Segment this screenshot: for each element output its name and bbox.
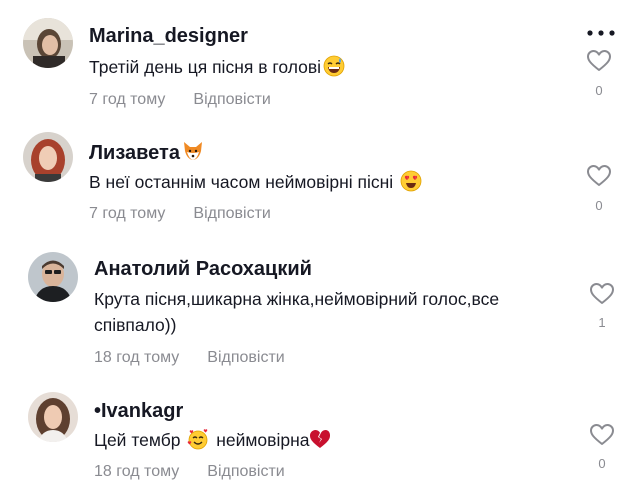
- reply-button[interactable]: Відповісти: [207, 463, 284, 480]
- heart-eyes-emoji-icon: [400, 170, 422, 192]
- fox-emoji-icon: [182, 140, 204, 162]
- comment-meta: 7 год тому Відповісти: [89, 204, 271, 224]
- comment-text-body: Цей тембр: [94, 430, 181, 450]
- comment-text: Цей тембр неймовірна: [94, 427, 333, 453]
- comment-text-body: В неї останнім часом неймовірні пісні: [89, 172, 394, 192]
- avatar[interactable]: [28, 392, 78, 442]
- like-button[interactable]: [589, 423, 615, 447]
- avatar[interactable]: [28, 252, 78, 302]
- comment-item: Анатолий Расохацкий Крута пісня,шикарна …: [0, 240, 631, 380]
- comment-text: Крута пісня,шикарна жінка,неймовірний го…: [94, 286, 499, 338]
- comment-text: Третій день ця пісня в голові: [89, 54, 347, 80]
- comment-author[interactable]: Анатолий Расохацкий: [94, 257, 312, 281]
- comment-time: 18 год тому: [94, 463, 180, 480]
- heart-outline-icon: [590, 424, 614, 445]
- like-count: 0: [595, 83, 603, 98]
- comment-text-line: співпало)): [94, 315, 177, 335]
- like-count: 0: [595, 198, 603, 213]
- comment-time: 7 год тому: [89, 205, 166, 222]
- comment-time: 7 год тому: [89, 91, 166, 108]
- comment-text-body: Третій день ця пісня в голові: [89, 57, 322, 77]
- comment-item: •Ivankagr Цей тембр неймовірна 18 год то…: [0, 380, 631, 488]
- comment-meta: 7 год тому Відповісти: [89, 90, 271, 110]
- heart-outline-icon: [587, 50, 611, 71]
- comment-text-body: неймовірна: [216, 430, 310, 450]
- heart-outline-icon: [587, 165, 611, 186]
- like-count: 0: [598, 456, 606, 471]
- like-count: 1: [598, 315, 606, 330]
- avatar[interactable]: [23, 132, 73, 182]
- comment-meta: 18 год тому Відповісти: [94, 462, 285, 482]
- comment-text-line: Крута пісня,шикарна жінка,неймовірний го…: [94, 289, 500, 309]
- smiling-hearts-emoji-icon: [187, 428, 209, 450]
- comment-author[interactable]: Лизавета: [89, 140, 206, 165]
- comment-author[interactable]: •Ivankagr: [94, 399, 183, 423]
- like-button[interactable]: [589, 282, 615, 306]
- comment-item: Лизавета В неї останнім часом неймовірні…: [0, 120, 631, 240]
- grinning-sweat-emoji-icon: [323, 55, 345, 77]
- reply-button[interactable]: Відповісти: [193, 91, 270, 108]
- reply-button[interactable]: Відповісти: [193, 205, 270, 222]
- comment-author-name: Лизавета: [89, 142, 180, 164]
- avatar[interactable]: [23, 18, 73, 68]
- comment-meta: 18 год тому Відповісти: [94, 348, 285, 368]
- comment-item: Marina_designer Третій день ця пісня в г…: [0, 0, 631, 120]
- comment-text: В неї останнім часом неймовірні пісні: [89, 169, 424, 195]
- like-button[interactable]: [586, 49, 612, 73]
- comment-time: 18 год тому: [94, 349, 180, 366]
- broken-heart-emoji-icon: [309, 428, 331, 450]
- heart-outline-icon: [590, 283, 614, 304]
- comment-author[interactable]: Marina_designer: [89, 24, 248, 48]
- like-button[interactable]: [586, 164, 612, 188]
- reply-button[interactable]: Відповісти: [207, 349, 284, 366]
